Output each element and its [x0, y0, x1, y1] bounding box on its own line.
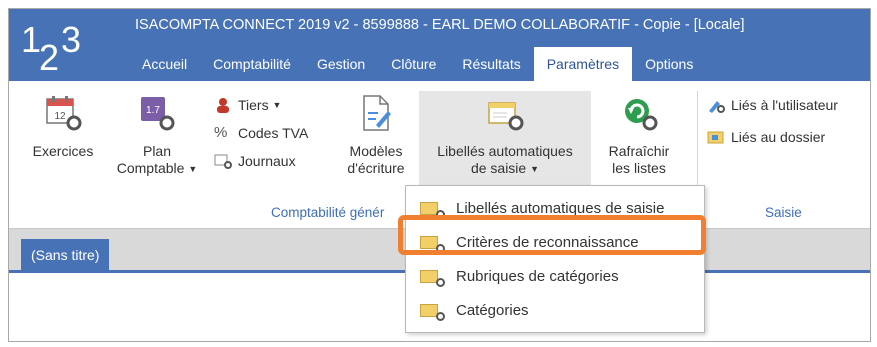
title-bar: 1 2 3 ISACOMPTA CONNECT 2019 v2 - 859988… — [9, 9, 870, 81]
plan-gear-icon: 1.7 — [141, 97, 175, 131]
refresh-gear-icon — [625, 99, 658, 131]
tiers-button[interactable]: Tiers ▼ — [214, 97, 281, 113]
exercices-button[interactable]: 12 Exercices — [23, 93, 103, 160]
folder-gear-icon — [488, 102, 524, 131]
menu-item-rubriques-categories[interactable]: Rubriques de catégories — [406, 260, 704, 292]
tab-accueil[interactable]: Accueil — [129, 47, 200, 81]
libelles-dropdown-menu: Libellés automatiques de saisie Critères… — [405, 185, 705, 333]
menu-item-label: Libellés automatiques de saisie — [456, 199, 665, 217]
modeles-label-2: d'écriture — [347, 160, 405, 176]
journaux-button[interactable]: Journaux — [214, 153, 296, 169]
exercices-label: Exercices — [32, 143, 94, 159]
libelles-label-1: Libellés automatiques — [437, 143, 573, 159]
tiers-label: Tiers — [238, 97, 269, 113]
codes-tva-label: Codes TVA — [238, 125, 309, 141]
app-logo: 1 2 3 — [21, 15, 121, 78]
libelles-automatiques-button[interactable]: Libellés automatiques de saisie ▼ — [419, 91, 591, 195]
journaux-label: Journaux — [238, 153, 296, 169]
rafraichir-label-2: les listes — [612, 160, 666, 176]
folder-gear-icon — [420, 200, 445, 219]
chevron-down-icon: ▼ — [530, 163, 540, 174]
menu-item-categories[interactable]: Catégories — [406, 294, 704, 326]
menu-item-label: Catégories — [456, 301, 529, 319]
tab-options[interactable]: Options — [632, 47, 706, 81]
journal-icon — [214, 153, 232, 169]
plan-label-2: Comptable ▼ — [116, 160, 198, 176]
group-label-comptabilite: Comptabilité génér — [271, 205, 385, 220]
plan-comptable-button[interactable]: 1.7 Plan Comptable ▼ — [107, 93, 207, 178]
person-icon — [214, 97, 232, 113]
document-pen-icon — [363, 95, 391, 131]
logo-digit-2: 2 — [39, 37, 60, 78]
modeles-ecriture-button[interactable]: Modèles d'écriture — [339, 93, 413, 177]
rafraichir-label-1: Rafraîchir — [608, 143, 670, 159]
menu-item-label: Rubriques de catégories — [456, 267, 619, 285]
codes-tva-button[interactable]: % Codes TVA — [214, 124, 309, 142]
pen-gear-icon — [707, 97, 725, 113]
tab-gestion[interactable]: Gestion — [304, 47, 378, 81]
chevron-down-icon: ▼ — [188, 163, 198, 174]
group-label-saisie: Saisie — [765, 205, 802, 220]
window-title: ISACOMPTA CONNECT 2019 v2 - 8599888 - EA… — [135, 17, 745, 33]
highlight-box — [398, 215, 706, 255]
logo-digit-3: 3 — [61, 19, 82, 60]
lies-utilisateur-label: Liés à l'utilisateur — [731, 97, 838, 113]
folder-gear-icon — [420, 268, 445, 287]
svg-text:1.7: 1.7 — [146, 105, 160, 116]
plan-label-1: Plan — [142, 143, 172, 159]
document-tab[interactable]: (Sans titre) — [21, 239, 110, 273]
lies-dossier-label: Liés au dossier — [731, 129, 826, 145]
libelles-label-2: de saisie ▼ — [470, 160, 540, 176]
rafraichir-listes-button[interactable]: Rafraîchir les listes — [599, 93, 679, 177]
tab-resultats[interactable]: Résultats — [449, 47, 533, 81]
tab-comptabilite[interactable]: Comptabilité — [200, 47, 304, 81]
tab-cloture[interactable]: Clôture — [378, 47, 449, 81]
calendar-gear-icon: 12 — [46, 96, 82, 131]
lies-dossier-button[interactable]: Liés au dossier — [707, 129, 825, 145]
modeles-label-1: Modèles — [349, 143, 403, 159]
tab-parametres[interactable]: Paramètres — [533, 47, 633, 81]
folder-gear-icon — [420, 302, 445, 321]
percent-icon: % — [214, 124, 228, 141]
lies-utilisateur-button[interactable]: Liés à l'utilisateur — [707, 97, 838, 113]
chevron-down-icon: ▼ — [272, 100, 282, 110]
folder-badge-icon — [707, 129, 725, 145]
svg-text:12: 12 — [54, 111, 66, 122]
menu-bar: Accueil Comptabilité Gestion Clôture Rés… — [129, 47, 706, 81]
